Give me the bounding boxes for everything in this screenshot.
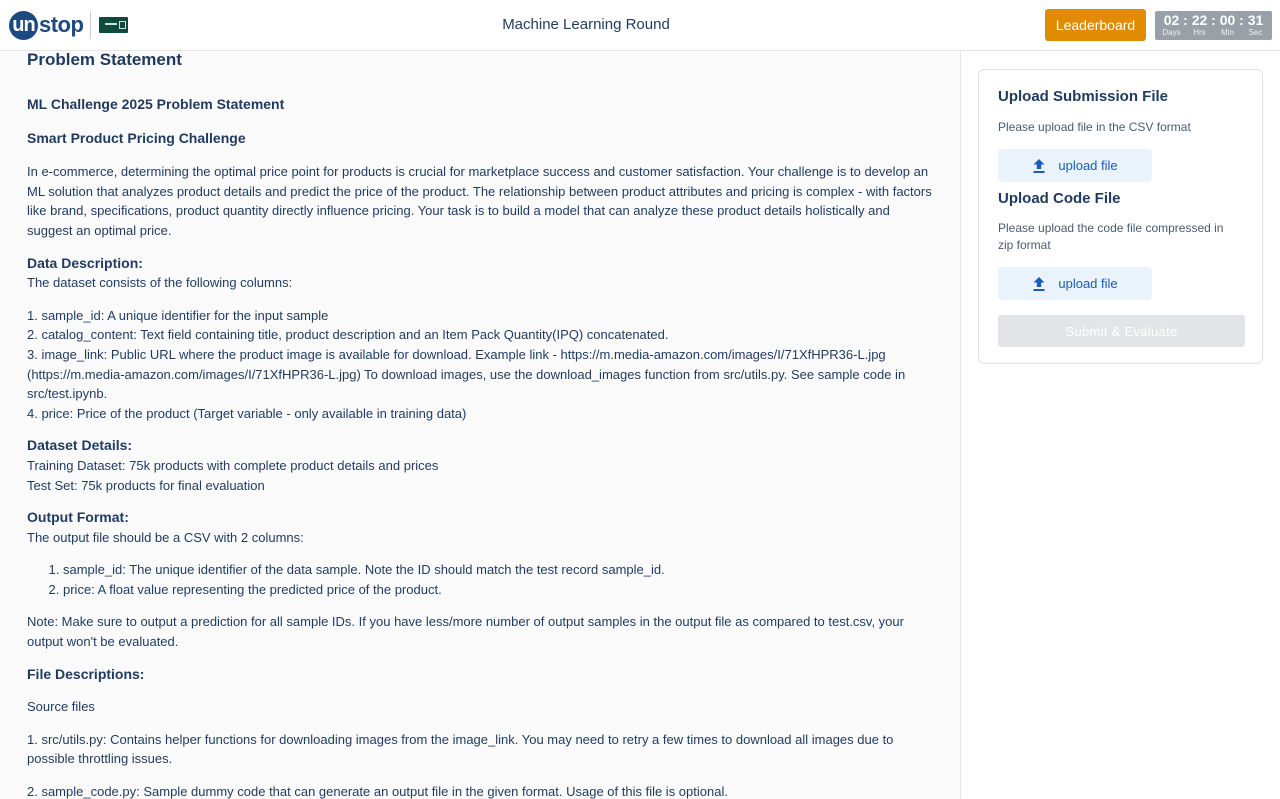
file-item: 2. sample_code.py: Sample dummy code tha… bbox=[27, 784, 728, 799]
challenge-title: ML Challenge 2025 Problem Statement bbox=[27, 96, 285, 112]
countdown-timer: 02 Days : 22 Hrs : 00 Min : 31 Sec bbox=[1155, 11, 1272, 40]
top-header: un stop Machine Learning Round Leaderboa… bbox=[0, 0, 1280, 51]
code-desc: Please upload the code file compressed i… bbox=[998, 221, 1224, 252]
output-column-list: sample_id: The unique identifier of the … bbox=[27, 560, 933, 599]
timer-seconds-label: Sec bbox=[1248, 28, 1263, 37]
submission-sidebar: Upload Submission File Please upload fil… bbox=[962, 51, 1280, 799]
upload-icon bbox=[1033, 158, 1045, 173]
timer-hours: 22 Hrs bbox=[1189, 12, 1211, 38]
upload-code-button[interactable]: upload file bbox=[998, 267, 1152, 300]
column-list: 1. sample_id: A unique identifier for th… bbox=[27, 306, 933, 424]
submission-title: Upload Submission File bbox=[998, 88, 1169, 105]
timer-minutes-label: Min bbox=[1221, 28, 1234, 37]
output-column-item: price: A float value representing the pr… bbox=[63, 580, 933, 600]
timer-seconds-value: 31 bbox=[1247, 12, 1264, 28]
column-item: 3. image_link: Public URL where the prod… bbox=[27, 346, 906, 402]
upload-icon bbox=[1033, 276, 1045, 291]
timer-seconds: 31 Sec bbox=[1245, 12, 1267, 38]
submit-evaluate-button[interactable]: Submit & Evaluate bbox=[998, 315, 1245, 347]
dataset-detail-item: Test Set: 75k products for final evaluat… bbox=[27, 477, 265, 493]
output-column-item: sample_id: The unique identifier of the … bbox=[63, 560, 933, 580]
challenge-subtitle: Smart Product Pricing Challenge bbox=[27, 129, 246, 146]
dataset-details-heading: Dataset Details: bbox=[27, 437, 133, 454]
column-item: 1. sample_id: A unique identifier for th… bbox=[27, 307, 329, 323]
upload-code-label: upload file bbox=[1058, 276, 1118, 291]
intro-paragraph: In e-commerce, determining the optimal p… bbox=[27, 164, 932, 238]
submission-desc: Please upload file in the CSV format bbox=[998, 120, 1191, 134]
upload-submission-label: upload file bbox=[1058, 158, 1118, 173]
leaderboard-button[interactable]: Leaderboard bbox=[1045, 9, 1146, 41]
dataset-detail-item: Training Dataset: 75k products with comp… bbox=[27, 457, 439, 473]
upload-submission-button[interactable]: upload file bbox=[998, 149, 1152, 182]
timer-minutes-value: 00 bbox=[1219, 12, 1236, 28]
file-descriptions-heading: File Descriptions: bbox=[27, 665, 145, 682]
upload-card: Upload Submission File Please upload fil… bbox=[978, 69, 1263, 364]
column-item: 4. price: Price of the product (Target v… bbox=[27, 405, 467, 421]
timer-days-label: Days bbox=[1162, 28, 1181, 37]
column-item: 2. catalog_content: Text field containin… bbox=[27, 327, 669, 343]
problem-statement-panel[interactable]: Problem Statement ML Challenge 2025 Prob… bbox=[0, 51, 961, 799]
problem-content: Problem Statement ML Challenge 2025 Prob… bbox=[0, 51, 960, 799]
timer-minutes: 00 Min bbox=[1217, 12, 1239, 38]
source-files-label: Source files bbox=[27, 699, 95, 715]
timer-days-value: 02 bbox=[1163, 12, 1180, 28]
output-format-heading: Output Format: bbox=[27, 509, 129, 526]
timer-hours-label: Hrs bbox=[1193, 28, 1206, 37]
file-item: 1. src/utils.py: Contains helper functio… bbox=[27, 731, 894, 767]
data-description-intro: The dataset consists of the following co… bbox=[27, 275, 293, 291]
page-title: Machine Learning Round bbox=[502, 16, 670, 33]
problem-heading: Problem Statement bbox=[27, 51, 182, 69]
timer-hours-value: 22 bbox=[1191, 12, 1208, 28]
code-title: Upload Code File bbox=[998, 190, 1121, 207]
output-format-intro: The output file should be a CSV with 2 c… bbox=[27, 529, 304, 545]
note-paragraph: Note: Make sure to output a prediction f… bbox=[27, 614, 904, 650]
data-description-heading: Data Description: bbox=[27, 254, 143, 271]
timer-days: 02 Days bbox=[1161, 12, 1183, 38]
